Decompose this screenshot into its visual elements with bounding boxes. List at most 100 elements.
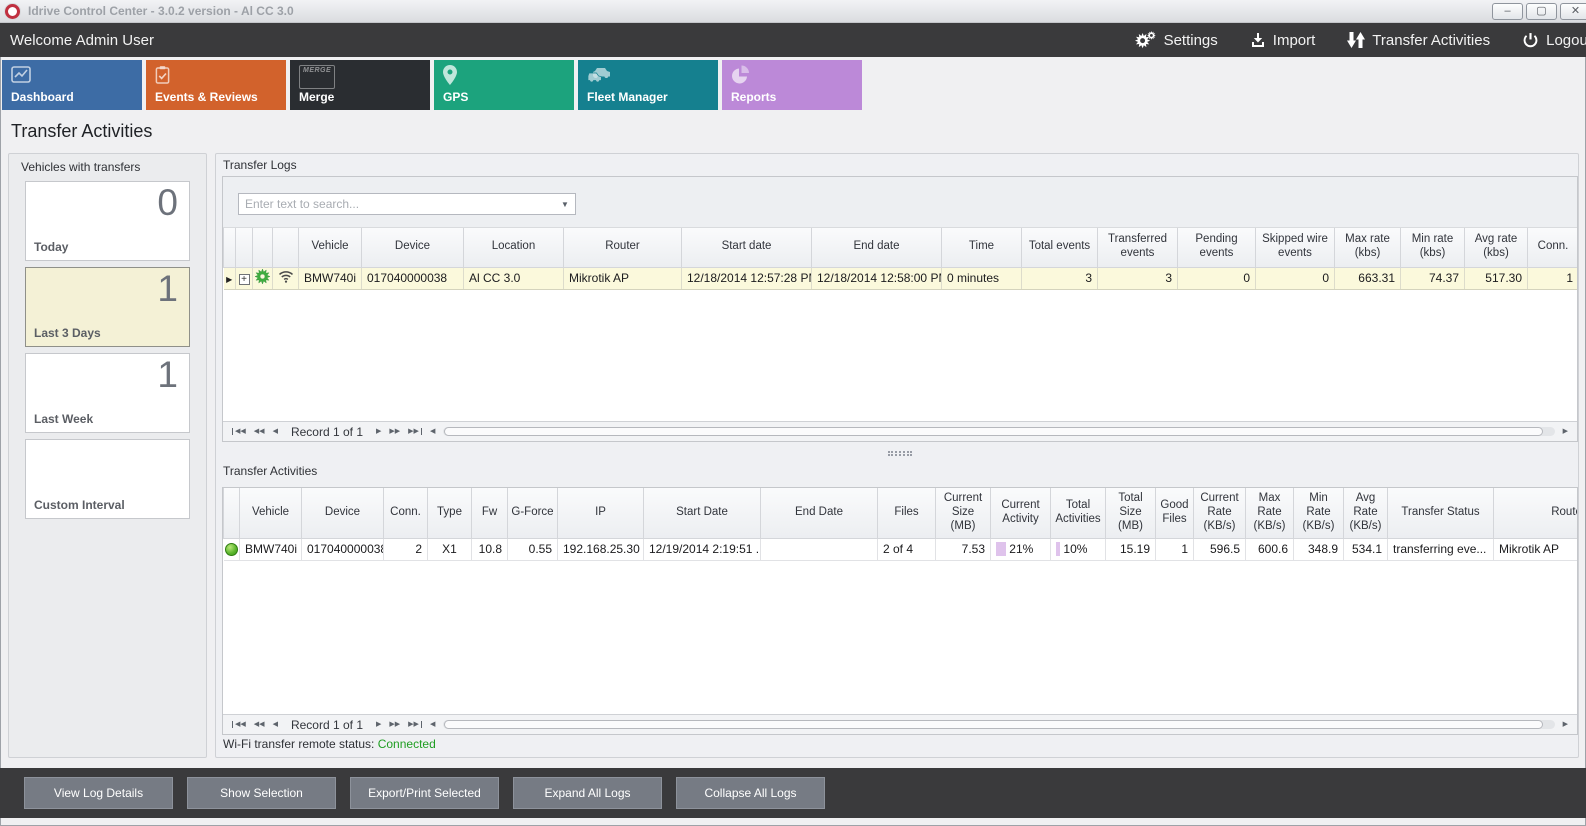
- column-header[interactable]: Total Activities: [1051, 488, 1106, 538]
- panel-splitter[interactable]: [222, 450, 1578, 456]
- column-header[interactable]: Start Date: [644, 488, 761, 538]
- cell: 3: [1022, 267, 1098, 289]
- column-header[interactable]: Current Rate (KB/s): [1194, 488, 1246, 538]
- column-header[interactable]: Good Files: [1156, 488, 1194, 538]
- column-header[interactable]: Avg rate (kbs): [1465, 228, 1528, 267]
- tab-fleet-manager[interactable]: Fleet Manager: [578, 60, 718, 110]
- scrollbar-thumb[interactable]: [444, 720, 1542, 729]
- horizontal-scrollbar[interactable]: [443, 720, 1554, 729]
- scroll-right-arrow[interactable]: ▶: [1563, 721, 1568, 728]
- column-header[interactable]: Current Activity: [991, 488, 1051, 538]
- scroll-right-arrow[interactable]: ▶: [1563, 428, 1568, 435]
- progress-cell: 21%: [991, 538, 1051, 560]
- column-header[interactable]: Max Rate (KB/s): [1246, 488, 1294, 538]
- column-header[interactable]: Avg Rate (KB/s): [1344, 488, 1388, 538]
- column-header[interactable]: Vehicle: [299, 228, 362, 267]
- column-header[interactable]: Total Size (MB): [1106, 488, 1156, 538]
- column-header[interactable]: Time: [942, 228, 1022, 267]
- column-header[interactable]: Files: [878, 488, 936, 538]
- gear-icon: [1135, 31, 1157, 49]
- column-header[interactable]: Fw: [472, 488, 508, 538]
- transfer-activities-button[interactable]: Transfer Activities: [1347, 32, 1490, 49]
- column-header[interactable]: Conn.: [384, 488, 428, 538]
- wifi-status-label: Wi-Fi transfer remote status:: [223, 737, 374, 751]
- tab-events-reviews[interactable]: Events & Reviews: [146, 60, 286, 110]
- minimize-button[interactable]: –: [1492, 3, 1523, 20]
- status-green-icon: [225, 543, 238, 556]
- close-button[interactable]: ✕: [1560, 3, 1586, 20]
- horizontal-scrollbar[interactable]: [443, 427, 1554, 436]
- import-button[interactable]: Import: [1250, 32, 1316, 49]
- view-log-details-button[interactable]: View Log Details: [24, 777, 173, 809]
- tab-dashboard[interactable]: Dashboard: [2, 60, 142, 110]
- search-combobox[interactable]: ▼: [238, 193, 576, 215]
- column-header[interactable]: Transfer Status: [1388, 488, 1494, 538]
- chevron-down-icon[interactable]: ▼: [555, 200, 575, 209]
- gear-icon[interactable]: [255, 269, 270, 284]
- column-header[interactable]: Router: [1494, 488, 1579, 538]
- table-row[interactable]: ▶+BMW740i017040000038Al CC 3.0Mikrotik A…: [224, 267, 1579, 289]
- last-record-button[interactable]: ▶▶: [408, 721, 422, 728]
- next-page-button[interactable]: ▶▶: [389, 721, 400, 728]
- filter-card-today[interactable]: 0 Today: [25, 181, 190, 261]
- scroll-left-arrow[interactable]: ◀: [430, 428, 435, 435]
- card-label: Last 3 Days: [34, 326, 101, 340]
- column-header[interactable]: Transferred events: [1098, 228, 1178, 267]
- scroll-left-arrow[interactable]: ◀: [430, 721, 435, 728]
- maximize-button[interactable]: ▢: [1526, 3, 1557, 20]
- first-record-button[interactable]: ◀◀: [232, 428, 246, 435]
- column-header[interactable]: Min Rate (KB/s): [1294, 488, 1344, 538]
- column-header[interactable]: IP: [558, 488, 644, 538]
- tab-merge[interactable]: MERGE Merge: [290, 60, 430, 110]
- table-row[interactable]: BMW740i0170400000382X110.80.55192.168.25…: [224, 538, 1579, 560]
- scrollbar-thumb[interactable]: [444, 427, 1542, 436]
- tab-gps[interactable]: GPS: [434, 60, 574, 110]
- column-header[interactable]: Pending events: [1178, 228, 1256, 267]
- column-header[interactable]: End date: [812, 228, 942, 267]
- tab-reports[interactable]: Reports: [722, 60, 862, 110]
- next-page-button[interactable]: ▶▶: [389, 428, 400, 435]
- first-record-button[interactable]: ◀◀: [232, 721, 246, 728]
- merge-badge-icon: MERGE: [299, 65, 335, 89]
- column-header[interactable]: Router: [564, 228, 682, 267]
- column-header[interactable]: Type: [428, 488, 472, 538]
- cell: 10.8: [472, 538, 508, 560]
- search-input[interactable]: [239, 197, 555, 211]
- settings-button[interactable]: Settings: [1135, 31, 1218, 49]
- cell: 2: [384, 538, 428, 560]
- prev-page-button[interactable]: ◀◀: [254, 721, 265, 728]
- column-header[interactable]: Location: [464, 228, 564, 267]
- next-record-button[interactable]: ▶: [376, 428, 381, 435]
- column-header[interactable]: Total events: [1022, 228, 1098, 267]
- logout-button[interactable]: Logout: [1522, 32, 1586, 49]
- column-header[interactable]: Current Size (MB): [936, 488, 991, 538]
- export-print-selected-button[interactable]: Export/Print Selected: [350, 777, 499, 809]
- filter-card-custom-interval[interactable]: Custom Interval: [25, 439, 190, 519]
- column-header[interactable]: Device: [362, 228, 464, 267]
- collapse-all-logs-button[interactable]: Collapse All Logs: [676, 777, 825, 809]
- show-selection-button[interactable]: Show Selection: [187, 777, 336, 809]
- prev-record-button[interactable]: ◀: [273, 721, 278, 728]
- last-record-button[interactable]: ▶▶: [408, 428, 422, 435]
- column-header[interactable]: End Date: [761, 488, 878, 538]
- cell: 0 minutes: [942, 267, 1022, 289]
- cell: [761, 538, 878, 560]
- expand-all-logs-button[interactable]: Expand All Logs: [513, 777, 662, 809]
- prev-page-button[interactable]: ◀◀: [254, 428, 265, 435]
- filter-card-last-week[interactable]: 1 Last Week: [25, 353, 190, 433]
- filter-card-last-3-days[interactable]: 1 Last 3 Days: [25, 267, 190, 347]
- column-header[interactable]: Device: [302, 488, 384, 538]
- window-title: Idrive Control Center - 3.0.2 version - …: [28, 4, 294, 18]
- next-record-button[interactable]: ▶: [376, 721, 381, 728]
- column-header[interactable]: G-Force: [508, 488, 558, 538]
- column-header[interactable]: Min rate (kbs): [1401, 228, 1465, 267]
- column-header[interactable]: Start date: [682, 228, 812, 267]
- column-header[interactable]: Vehicle: [240, 488, 302, 538]
- pie-chart-icon: [731, 65, 750, 85]
- column-header[interactable]: Skipped wire events: [1256, 228, 1335, 267]
- prev-record-button[interactable]: ◀: [273, 428, 278, 435]
- row-indicator-icon: ▶: [226, 275, 232, 284]
- column-header[interactable]: Max rate (kbs): [1335, 228, 1401, 267]
- expand-icon[interactable]: +: [239, 274, 250, 285]
- column-header[interactable]: Conn.: [1528, 228, 1579, 267]
